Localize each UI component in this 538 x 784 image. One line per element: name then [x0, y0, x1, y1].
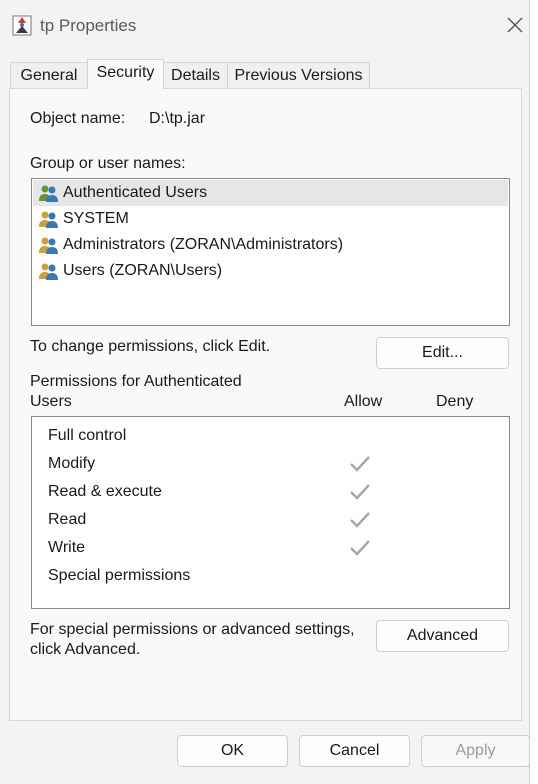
list-item-users[interactable]: Users (ZORAN\Users) — [33, 258, 508, 284]
permission-name: Modify — [48, 455, 96, 472]
permissions-list: Full control Modify Read & execute Read Writ… — [31, 416, 510, 609]
properties-dialog: tp Properties General Security Details P… — [0, 0, 530, 784]
edit-button[interactable]: Edit... — [376, 337, 509, 369]
tab-details[interactable]: Details — [163, 62, 228, 88]
users-group-icon — [39, 211, 58, 228]
list-item-label: SYSTEM — [63, 210, 129, 227]
object-name-value: D:\tp.jar — [149, 110, 206, 127]
title-bar: tp Properties — [0, 0, 530, 52]
permission-row: Read — [32, 506, 509, 534]
allow-column-header: Allow — [344, 393, 383, 410]
allow-check-icon — [350, 512, 370, 528]
permission-name: Write — [48, 539, 86, 556]
permissions-header-line1: Permissions for Authenticated — [30, 373, 242, 390]
list-item-administrators[interactable]: Administrators (ZORAN\Administrators) — [33, 232, 508, 258]
list-item-label: Authenticated Users — [63, 184, 208, 201]
permission-row: Read & execute — [32, 478, 509, 506]
allow-check-icon — [350, 456, 370, 472]
permission-row: Special permissions — [32, 562, 509, 590]
dialog-buttons: OK Cancel Apply — [0, 730, 530, 770]
allow-check-icon — [350, 540, 370, 556]
close-icon[interactable] — [502, 12, 528, 38]
change-permissions-text: To change permissions, click Edit. — [30, 338, 271, 355]
list-item-label: Users (ZORAN\Users) — [63, 262, 223, 279]
ok-button[interactable]: OK — [177, 735, 288, 767]
permissions-header-line2: Users — [30, 393, 72, 410]
permission-name: Special permissions — [48, 567, 191, 584]
advanced-text-line1: For special permissions or advanced sett… — [30, 621, 355, 638]
permission-name: Read & execute — [48, 483, 162, 500]
tab-previous-versions[interactable]: Previous Versions — [227, 62, 370, 88]
security-panel: Object name: D:\tp.jar Group or user nam… — [9, 88, 522, 721]
tab-general[interactable]: General — [10, 62, 88, 88]
cancel-button[interactable]: Cancel — [299, 735, 410, 767]
users-group-icon — [39, 185, 58, 202]
users-group-icon — [39, 237, 58, 254]
permission-row: Write — [32, 534, 509, 562]
group-user-list[interactable]: Authenticated Users SYSTEM Administrator… — [31, 178, 510, 326]
list-item-label: Administrators (ZORAN\Administrators) — [63, 236, 344, 253]
permission-row: Full control — [32, 422, 509, 450]
list-item-authenticated-users[interactable]: Authenticated Users — [33, 180, 508, 206]
tab-security[interactable]: Security — [87, 59, 164, 89]
object-name-label: Object name: — [30, 110, 126, 127]
group-names-label: Group or user names: — [30, 155, 186, 172]
list-item-system[interactable]: SYSTEM — [33, 206, 508, 232]
permission-name: Full control — [48, 427, 127, 444]
allow-check-icon — [350, 484, 370, 500]
java-file-icon — [12, 15, 32, 36]
users-group-icon — [39, 263, 58, 280]
advanced-text-line2: click Advanced. — [30, 641, 141, 658]
permission-row: Modify — [32, 450, 509, 478]
deny-column-header: Deny — [436, 393, 474, 410]
apply-button[interactable]: Apply — [421, 735, 530, 767]
window-title: tp Properties — [40, 16, 137, 35]
advanced-button[interactable]: Advanced — [376, 620, 509, 652]
permission-name: Read — [48, 511, 87, 528]
